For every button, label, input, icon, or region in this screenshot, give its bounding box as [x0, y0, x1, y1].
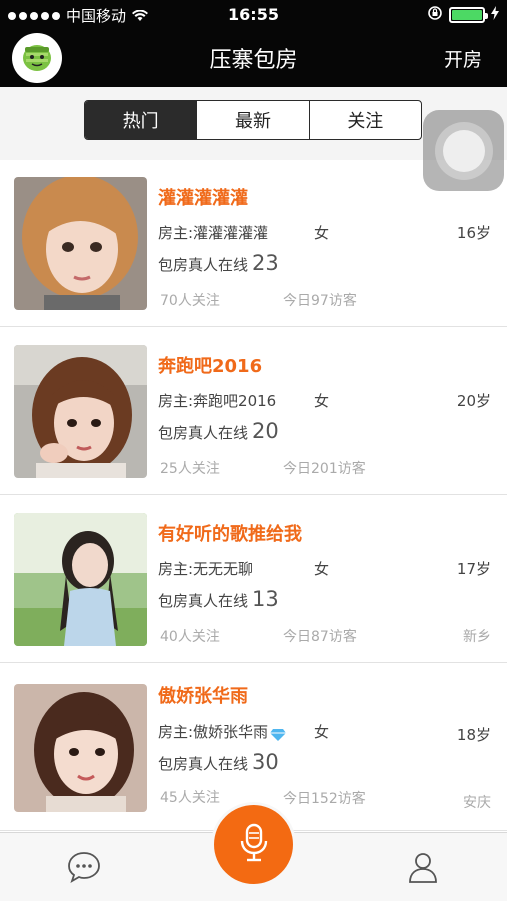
host-photo [14, 684, 147, 812]
online-count: 包房真人在线 13 [158, 587, 279, 611]
online-label: 包房真人在线 [158, 755, 249, 773]
list-item[interactable]: 奔跑吧2016 房主:奔跑吧2016 女 20岁 包房真人在线 20 25人关注 … [0, 328, 507, 495]
host-photo [14, 177, 147, 310]
room-name: 奔跑吧2016 [158, 356, 263, 377]
tab-following[interactable]: 关注 [310, 101, 421, 139]
page-title: 压寨包房 [209, 48, 298, 73]
follow-count: 45人关注 [160, 790, 220, 806]
host-name: 房主:奔跑吧2016 [158, 392, 277, 410]
tab-latest[interactable]: 最新 [197, 101, 310, 139]
host-name: 房主:无无无聊 [158, 560, 254, 578]
follow-count: 40人关注 [160, 629, 220, 645]
host-name-text: 房主:傲娇张华雨 [158, 723, 269, 741]
host-name: 房主:灌灌灌灌灌 [158, 224, 269, 242]
online-count: 包房真人在线 30 [158, 750, 279, 774]
host-age: 17岁 [456, 560, 491, 578]
online-number: 13 [252, 587, 279, 611]
room-list: 灌灌灌灌灌 房主:灌灌灌灌灌 女 16岁 包房真人在线 23 70人关注 今日97… [0, 160, 507, 832]
host-city: 安庆 [463, 795, 491, 811]
online-number: 30 [252, 750, 279, 774]
microphone-icon [239, 823, 269, 867]
online-label: 包房真人在线 [158, 256, 249, 274]
host-age: 16岁 [456, 224, 491, 242]
host-gender: 女 [314, 224, 330, 242]
room-name: 灌灌灌灌灌 [158, 188, 248, 209]
room-name: 有好听的歌推给我 [158, 524, 302, 545]
host-city: 新乡 [463, 629, 491, 645]
online-label: 包房真人在线 [158, 424, 249, 442]
list-item[interactable]: 有好听的歌推给我 房主:无无无聊 女 17岁 包房真人在线 13 40人关注 今日… [0, 496, 507, 663]
assistive-touch-button[interactable] [423, 110, 504, 191]
open-room-button[interactable]: 开房 [444, 45, 482, 72]
microphone-button[interactable] [214, 805, 293, 884]
chat-bubble-icon[interactable] [66, 850, 102, 888]
visitor-count: 今日201访客 [283, 461, 366, 477]
status-bar: 中国移动 16:55 [0, 0, 507, 28]
follow-count: 25人关注 [160, 461, 220, 477]
host-photo [14, 513, 147, 646]
visitor-count: 今日152访客 [283, 791, 366, 807]
follow-count: 70人关注 [160, 293, 220, 309]
charging-icon [491, 6, 499, 24]
host-gender: 女 [314, 560, 330, 578]
online-number: 23 [252, 251, 279, 275]
segmented-control: 热门 最新 关注 [84, 100, 422, 140]
host-age: 18岁 [456, 726, 491, 744]
host-gender: 女 [314, 392, 330, 410]
online-count: 包房真人在线 23 [158, 251, 279, 275]
diamond-icon [270, 727, 287, 741]
host-name: 房主:傲娇张华雨 [158, 721, 287, 742]
host-age: 20岁 [456, 392, 491, 410]
visitor-count: 今日87访客 [283, 629, 357, 645]
host-photo [14, 345, 147, 478]
user-profile-icon[interactable] [407, 850, 439, 888]
tab-hot[interactable]: 热门 [85, 101, 198, 139]
online-count: 包房真人在线 20 [158, 419, 279, 443]
online-number: 20 [252, 419, 279, 443]
rotation-lock-icon [427, 5, 443, 25]
top-bar: 中国移动 16:55 压寨包房 开房 [0, 0, 507, 87]
host-gender: 女 [314, 723, 330, 741]
room-name: 傲娇张华雨 [158, 686, 248, 707]
online-label: 包房真人在线 [158, 592, 249, 610]
battery-icon [449, 7, 488, 23]
visitor-count: 今日97访客 [283, 293, 357, 309]
